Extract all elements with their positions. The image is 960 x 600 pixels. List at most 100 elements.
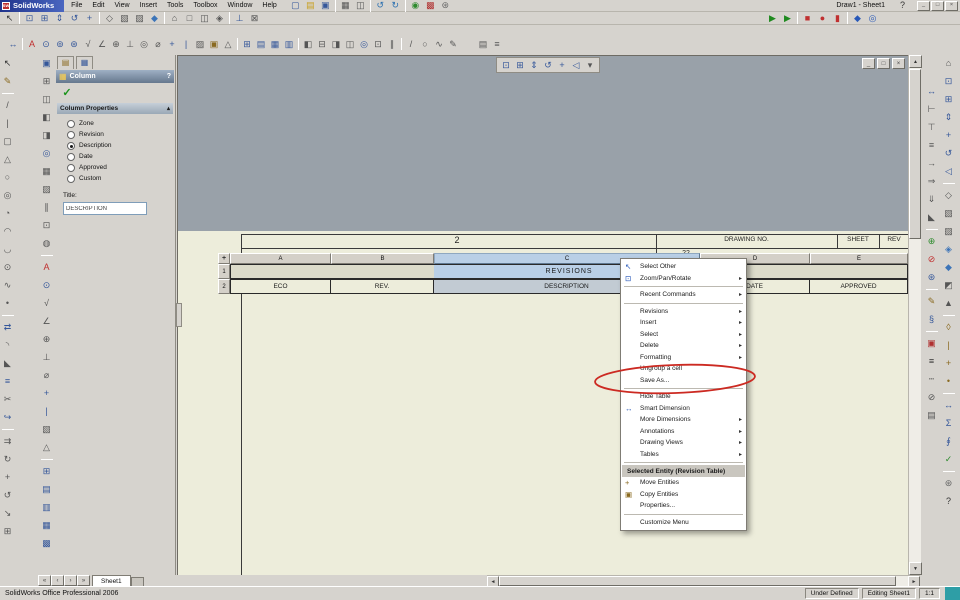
last-sheet-icon[interactable]: » bbox=[77, 575, 90, 586]
record-icon[interactable]: ● bbox=[815, 11, 830, 26]
center-mark-icon[interactable]: + bbox=[39, 386, 54, 401]
general-table-icon[interactable]: ⊞ bbox=[240, 37, 254, 52]
display-delete-relations-icon[interactable]: ⊘ bbox=[924, 252, 939, 267]
area-hatch-icon[interactable]: ▨ bbox=[193, 37, 207, 52]
vertical-scroll-thumb[interactable] bbox=[909, 69, 921, 239]
play-icon[interactable]: ▶ bbox=[780, 11, 795, 26]
previous-view-icon[interactable]: ◁ bbox=[941, 164, 956, 179]
menu-insert[interactable]: Insert bbox=[135, 1, 163, 10]
context-menu-item-insert[interactable]: Insert ▸ bbox=[622, 317, 745, 329]
run-macro-icon[interactable]: ▶ bbox=[765, 11, 780, 26]
measure-icon[interactable]: ↔ bbox=[941, 398, 956, 413]
context-menu-item-move-entities[interactable]: + Move Entities bbox=[622, 477, 745, 489]
ellipse-icon[interactable]: ⊙ bbox=[0, 260, 15, 275]
line-style-icon[interactable]: ┄ bbox=[924, 372, 939, 387]
design-table-icon[interactable]: ▩ bbox=[39, 536, 54, 551]
propertymanager-tab-icon[interactable]: ▦ bbox=[76, 56, 93, 69]
context-menu-item-annotations[interactable]: Annotations ▸ bbox=[622, 426, 745, 438]
check-icon[interactable]: ✓ bbox=[941, 452, 956, 467]
view-orientation-icon[interactable]: ⌂ bbox=[941, 56, 956, 71]
rotate-view-icon[interactable]: ↺ bbox=[67, 11, 82, 26]
block-icon[interactable]: ▣ bbox=[207, 37, 221, 52]
grid-icon[interactable]: ⊞ bbox=[0, 524, 15, 539]
geometric-tolerance-icon[interactable]: ⊕ bbox=[109, 37, 123, 52]
auxiliary-view-icon[interactable]: ◫ bbox=[39, 92, 54, 107]
sketch-chamfer-icon[interactable]: ◣ bbox=[0, 356, 15, 371]
break-view-icon[interactable]: ∥ bbox=[385, 37, 399, 52]
detail-view-icon[interactable]: ◎ bbox=[357, 37, 371, 52]
radio-description[interactable]: Description bbox=[55, 140, 175, 151]
zoom-to-fit-icon[interactable]: ⊡ bbox=[22, 11, 37, 26]
select-icon[interactable]: ↖ bbox=[0, 56, 15, 71]
revision-table-icon[interactable]: ▤ bbox=[39, 482, 54, 497]
full-screen-icon[interactable]: ⊠ bbox=[247, 11, 262, 26]
pan-icon[interactable]: + bbox=[941, 128, 956, 143]
zoom-in-out-icon[interactable]: ⇕ bbox=[52, 11, 67, 26]
undo-icon[interactable]: ↺ bbox=[373, 0, 388, 13]
auto-balloon-icon[interactable]: ⊛ bbox=[67, 37, 81, 52]
convert-entities-icon[interactable]: ↪ bbox=[0, 410, 15, 425]
coordinate-system-icon[interactable]: + bbox=[941, 356, 956, 371]
surface-finish-icon[interactable]: √ bbox=[81, 37, 95, 52]
horizontal-scroll-thumb[interactable] bbox=[499, 576, 896, 586]
first-sheet-icon[interactable]: « bbox=[38, 575, 51, 586]
context-menu-item-delete[interactable]: Delete ▸ bbox=[622, 340, 745, 352]
horizontal-ordinate-icon[interactable]: ⇒ bbox=[924, 174, 939, 189]
save-icon[interactable]: ▣ bbox=[318, 0, 333, 13]
table-cell-approved[interactable]: APPROVED bbox=[810, 279, 908, 294]
centerline-annotation-icon[interactable]: | bbox=[39, 404, 54, 419]
restore-document-icon[interactable]: □ bbox=[877, 58, 890, 69]
pause-icon[interactable]: ▮ bbox=[830, 11, 845, 26]
pan-icon[interactable]: + bbox=[82, 11, 97, 26]
maximize-window-icon[interactable]: □ bbox=[931, 0, 944, 11]
auxiliary-view-icon[interactable]: ◨ bbox=[329, 37, 343, 52]
autodimension-icon[interactable]: ⊛ bbox=[924, 270, 939, 285]
close-window-icon[interactable]: × bbox=[945, 0, 958, 11]
wireframe-icon[interactable]: ◇ bbox=[941, 188, 956, 203]
revision-table-icon[interactable]: ▤ bbox=[254, 37, 268, 52]
revision-symbol-icon[interactable]: △ bbox=[221, 37, 235, 52]
context-menu-item-smart-dimension[interactable]: ↔ Smart Dimension bbox=[622, 403, 745, 415]
column-header-a[interactable]: A bbox=[230, 253, 331, 264]
pane-splitter[interactable] bbox=[176, 303, 182, 327]
stop-icon[interactable]: ■ bbox=[800, 11, 815, 26]
drawing-viewport[interactable]: ⊡⊞⇕↺+◁▾ _□× 2 DRAWING NO. 22 SHEET REV bbox=[177, 55, 909, 576]
centerpoint-arc-icon[interactable]: ◔ bbox=[0, 206, 15, 221]
previous-view-icon[interactable]: ◁ bbox=[569, 58, 583, 73]
bill-of-materials-icon[interactable]: ▦ bbox=[268, 37, 282, 52]
note-icon[interactable]: A bbox=[25, 37, 39, 52]
view-orientation-icon[interactable]: ⌂ bbox=[167, 11, 182, 26]
context-menu-item-save-as[interactable]: Save As... bbox=[622, 375, 745, 387]
bill-of-materials-icon[interactable]: ▦ bbox=[39, 518, 54, 533]
spline-icon[interactable]: ∿ bbox=[432, 37, 446, 52]
column-properties-header[interactable]: Column Properties ▴ bbox=[57, 103, 173, 114]
aligned-section-view-icon[interactable]: ◨ bbox=[39, 128, 54, 143]
menu-tools[interactable]: Tools bbox=[162, 1, 188, 10]
context-menu-item-properties[interactable]: Properties... bbox=[622, 500, 745, 512]
reference-plane-icon[interactable]: ◊ bbox=[941, 320, 956, 335]
rotate-entities-icon[interactable]: ↺ bbox=[0, 488, 15, 503]
model-view-icon[interactable]: ▣ bbox=[39, 56, 54, 71]
menu-toolbox[interactable]: Toolbox bbox=[188, 1, 222, 10]
hole-callout-icon[interactable]: ⌀ bbox=[151, 37, 165, 52]
format-painter-icon[interactable]: ✎ bbox=[924, 294, 939, 309]
zoom-to-area-icon[interactable]: ⊞ bbox=[941, 92, 956, 107]
pan-icon[interactable]: + bbox=[555, 58, 569, 73]
weld-symbol-icon[interactable]: ∠ bbox=[39, 314, 54, 329]
scale-entities-icon[interactable]: ↘ bbox=[0, 506, 15, 521]
isometric-view-icon[interactable]: ◈ bbox=[212, 11, 227, 26]
context-menu-item-more-dimensions[interactable]: More Dimensions ▸ bbox=[622, 414, 745, 426]
hidden-lines-removed-icon[interactable]: ▨ bbox=[941, 224, 956, 239]
zoom-in-out-icon[interactable]: ⇕ bbox=[527, 58, 541, 73]
alternate-position-icon[interactable]: ◍ bbox=[39, 236, 54, 251]
row-header-1[interactable]: 1 bbox=[218, 264, 230, 279]
note-icon[interactable]: A bbox=[39, 260, 54, 275]
zoom-in-out-icon[interactable]: ⇕ bbox=[941, 110, 956, 125]
wireframe-icon[interactable]: ◇ bbox=[102, 11, 117, 26]
open-icon[interactable]: ▤ bbox=[303, 0, 318, 13]
table-move-handle[interactable]: + bbox=[218, 253, 230, 264]
zoom-to-fit-icon[interactable]: ⊡ bbox=[941, 74, 956, 89]
context-menu-item-select[interactable]: Select ▸ bbox=[622, 329, 745, 341]
datum-feature-icon[interactable]: ⊥ bbox=[123, 37, 137, 52]
shadows-icon[interactable]: ◩ bbox=[941, 278, 956, 293]
